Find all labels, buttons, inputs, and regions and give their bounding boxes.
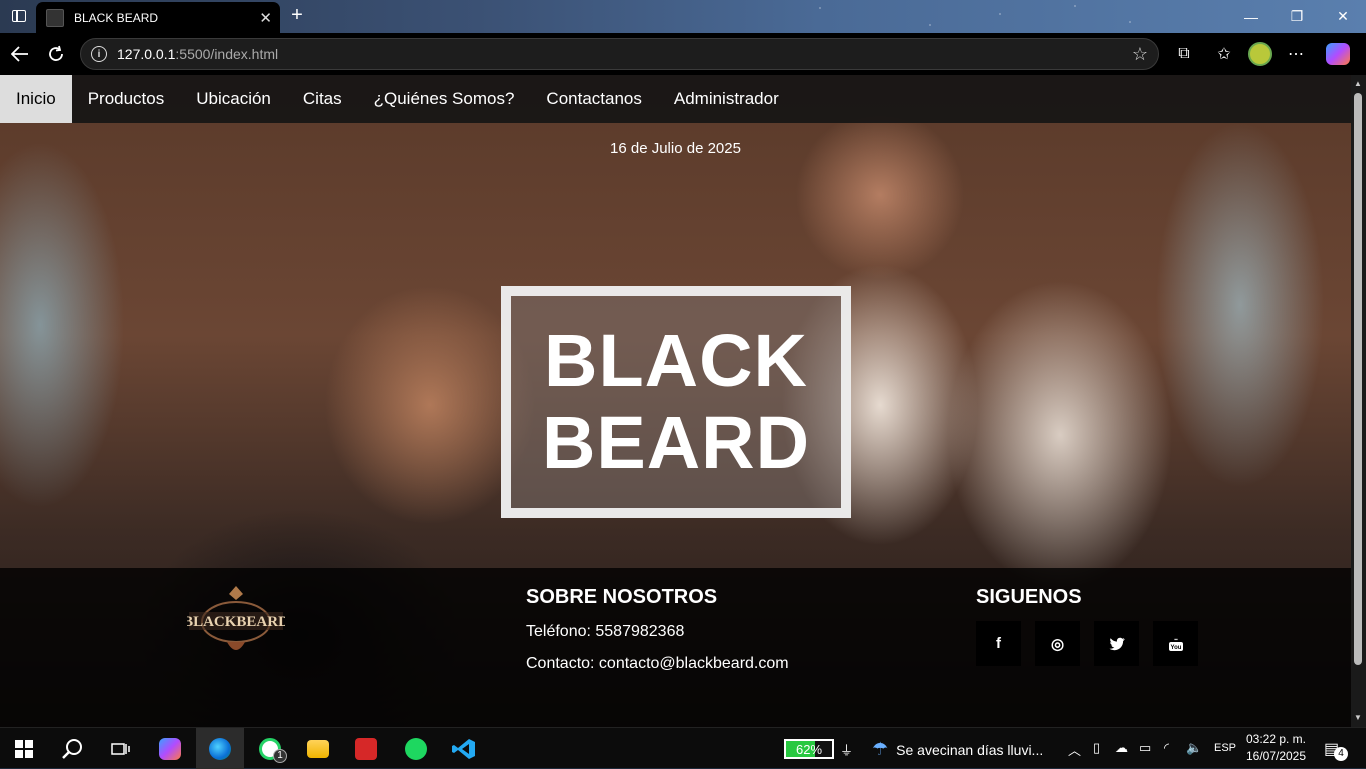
hero-logo-box: BLACK BEARD xyxy=(501,286,851,518)
about-heading: SOBRE NOSOTROS xyxy=(526,586,718,608)
contact-email-text: Contacto: contacto@blackbeard.com xyxy=(526,655,789,672)
nav-item-inicio[interactable]: Inicio xyxy=(0,75,72,123)
book-icon xyxy=(355,737,377,760)
copilot-taskbar-button[interactable] xyxy=(146,728,194,769)
copilot-icon[interactable] xyxy=(1326,43,1350,65)
address-bar[interactable]: i 127.0.0.1:5500/index.html ☆ xyxy=(80,38,1159,70)
charging-plug-icon: ⏚ xyxy=(840,743,854,758)
nav-item-citas[interactable]: Citas xyxy=(287,75,358,123)
more-menu-icon[interactable]: ⋯ xyxy=(1282,41,1310,67)
youtube-icon[interactable]: You ▪▪ xyxy=(1153,621,1198,666)
weather-text: Se avecinan días lluvi... xyxy=(896,741,1044,758)
notification-count: 4 xyxy=(1334,747,1348,761)
browser-titlebar: BLACK BEARD ✕ + — ❐ ✕ xyxy=(0,0,1366,33)
browser-tab[interactable]: BLACK BEARD ✕ xyxy=(36,2,280,33)
minimize-button[interactable]: — xyxy=(1228,0,1274,33)
hero-title-line2: BEARD xyxy=(541,401,811,484)
umbrella-rain-icon: ☂ xyxy=(872,739,889,759)
vscode-icon xyxy=(452,738,475,759)
tab-close-icon[interactable]: ✕ xyxy=(259,9,272,27)
device-icon[interactable]: ▯ xyxy=(1093,740,1100,756)
instagram-icon[interactable]: ◎ xyxy=(1035,621,1080,666)
back-arrow-icon xyxy=(11,46,28,62)
show-hidden-icons-chevron-icon[interactable]: ︿ xyxy=(1068,740,1081,759)
favorite-star-icon[interactable]: ☆ xyxy=(1132,44,1148,65)
scrollbar-thumb[interactable] xyxy=(1354,93,1362,665)
about-section: SOBRE NOSOTROS Teléfono: 5587982368 Cont… xyxy=(526,586,789,687)
nav-item-contactanos[interactable]: Contactanos xyxy=(530,75,657,123)
svg-text:▪▪: ▪▪ xyxy=(1174,637,1178,643)
phone-text: Teléfono: 5587982368 xyxy=(526,623,685,640)
edge-taskbar-button[interactable] xyxy=(196,728,244,769)
social-section: SIGUENOS f ◎ You ▪▪ xyxy=(976,586,1198,666)
url-path: :5500/index.html xyxy=(175,46,279,62)
favorites-icon[interactable]: ✩ xyxy=(1210,41,1238,67)
battery-tray-icon[interactable]: ▭ xyxy=(1139,740,1151,756)
blackbeard-logo: BLACKBEARD xyxy=(187,586,285,650)
nav-item-ubicacion[interactable]: Ubicación xyxy=(180,75,287,123)
spotify-icon xyxy=(405,737,427,760)
windows-taskbar: 1 62% ⏚ ☂ Se avecinan días lluvi... ︿ ▯ … xyxy=(0,727,1366,769)
refresh-button[interactable] xyxy=(42,41,70,67)
twitter-bird-icon xyxy=(1109,637,1125,650)
refresh-icon xyxy=(49,45,63,61)
profile-avatar[interactable] xyxy=(1248,42,1272,66)
copilot-taskbar-icon xyxy=(159,737,181,760)
site-info-icon[interactable]: i xyxy=(91,46,107,62)
task-view-button[interactable] xyxy=(96,728,144,769)
close-window-button[interactable]: ✕ xyxy=(1320,0,1366,33)
hero-title-line1: BLACK xyxy=(544,319,808,402)
clock-date: 16/07/2025 xyxy=(1245,749,1307,763)
battery-percent: 62% xyxy=(795,742,823,757)
tab-title: BLACK BEARD xyxy=(74,10,159,25)
facebook-icon[interactable]: f xyxy=(976,621,1021,666)
browser-toolbar: i 127.0.0.1:5500/index.html ☆ ⧉ ✩ ⋯ xyxy=(0,33,1366,75)
main-nav: Inicio Productos Ubicación Citas ¿Quiéne… xyxy=(0,75,1351,123)
clock-time: 03:22 p. m. xyxy=(1245,732,1307,746)
svg-text:BLACKBEARD: BLACKBEARD xyxy=(187,614,285,630)
nav-item-quienes-somos[interactable]: ¿Quiénes Somos? xyxy=(358,75,531,123)
system-clock[interactable]: 03:22 p. m. 16/07/2025 xyxy=(1244,731,1308,765)
volume-icon[interactable]: 🔈 xyxy=(1186,740,1202,756)
favicon-icon xyxy=(46,8,64,27)
task-view-icon xyxy=(111,742,130,755)
whatsapp-badge: 1 xyxy=(273,749,287,763)
site-footer: BLACKBEARD SOBRE NOSOTROS Teléfono: 5587… xyxy=(0,568,1351,727)
tab-actions-icon xyxy=(12,10,26,22)
file-explorer-button[interactable] xyxy=(294,728,342,769)
windows-logo-icon xyxy=(15,739,33,758)
scroll-down-icon[interactable]: ▼ xyxy=(1354,713,1362,722)
whatsapp-taskbar-button[interactable]: 1 xyxy=(246,728,294,769)
url-host: 127.0.0.1 xyxy=(117,46,176,62)
vscode-taskbar-button[interactable] xyxy=(440,728,488,769)
start-button[interactable] xyxy=(0,728,48,769)
battery-indicator[interactable]: 62% xyxy=(784,739,834,759)
notifications-button[interactable]: ▤ 4 xyxy=(1324,739,1348,761)
nav-item-administrador[interactable]: Administrador xyxy=(658,75,795,123)
weather-widget[interactable]: ☂ Se avecinan días lluvi... xyxy=(872,739,1043,760)
wifi-icon[interactable]: ◜ xyxy=(1164,740,1169,756)
scroll-up-icon[interactable]: ▲ xyxy=(1354,79,1362,88)
page-scrollbar[interactable]: ▲ ▼ xyxy=(1351,75,1366,727)
folder-icon xyxy=(307,739,329,758)
social-heading: SIGUENOS xyxy=(976,586,1082,608)
back-button[interactable] xyxy=(6,41,34,67)
nav-item-productos[interactable]: Productos xyxy=(72,75,181,123)
search-icon xyxy=(62,738,82,759)
reader-taskbar-button[interactable] xyxy=(342,728,390,769)
svg-text:You: You xyxy=(1170,645,1181,651)
spotify-taskbar-button[interactable] xyxy=(392,728,440,769)
edge-icon xyxy=(209,737,231,760)
language-indicator[interactable]: ESP xyxy=(1214,742,1236,754)
page-viewport: Inicio Productos Ubicación Citas ¿Quiéne… xyxy=(0,75,1351,727)
onedrive-cloud-icon[interactable]: ☁ xyxy=(1115,740,1128,756)
search-button[interactable] xyxy=(48,728,96,769)
maximize-button[interactable]: ❐ xyxy=(1274,0,1320,33)
tab-actions-button[interactable] xyxy=(6,4,32,28)
extensions-icon[interactable]: ⧉ xyxy=(1170,41,1198,67)
current-date: 16 de Julio de 2025 xyxy=(610,140,741,157)
twitter-icon[interactable] xyxy=(1094,621,1139,666)
youtube-logo-icon: You ▪▪ xyxy=(1168,637,1183,651)
new-tab-button[interactable]: + xyxy=(286,5,308,27)
